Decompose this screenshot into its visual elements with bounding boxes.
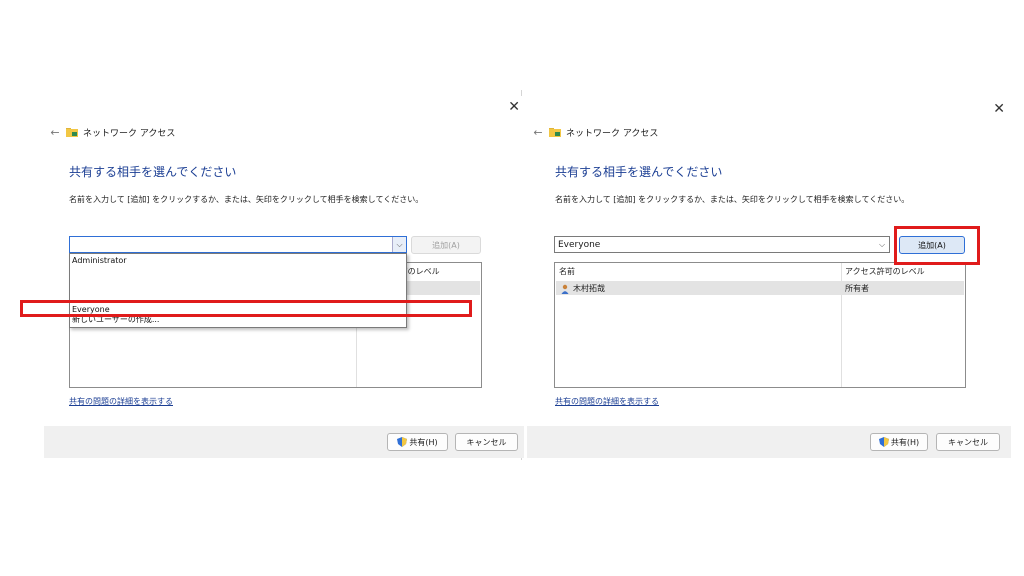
chevron-down-icon[interactable]: ⌵ — [392, 237, 406, 252]
permissions-table: 名前 アクセス許可のレベル 木村拓哉 所有者 — [554, 262, 966, 388]
close-icon[interactable]: ✕ — [993, 102, 1005, 116]
highlight-box-everyone — [20, 300, 472, 317]
user-name-combobox[interactable]: Everyone ⌵ — [554, 236, 890, 253]
close-icon[interactable]: ✕ — [508, 100, 520, 114]
folder-network-icon — [66, 128, 78, 137]
column-header-access: アクセス許可のレベル — [845, 267, 925, 276]
highlight-box-add-button — [894, 226, 980, 265]
add-button[interactable]: 追加(A) — [411, 236, 481, 254]
back-arrow-icon[interactable]: ← — [44, 126, 66, 139]
table-cell-access: 所有者 — [845, 284, 869, 293]
folder-network-icon — [549, 128, 561, 137]
page-heading: 共有する相手を選んでください — [69, 165, 237, 179]
share-button[interactable]: 共有(H) — [870, 433, 928, 451]
share-button[interactable]: 共有(H) — [387, 433, 448, 451]
page-heading: 共有する相手を選んでください — [555, 165, 723, 179]
instruction-text: 名前を入力して [追加] をクリックするか、または、矢印をクリックして相手を検索… — [555, 195, 910, 204]
combobox-value: Everyone — [558, 239, 601, 250]
nav-row: ← ネットワーク アクセス — [44, 124, 175, 140]
back-arrow-icon[interactable]: ← — [527, 126, 549, 139]
user-name-combobox[interactable]: ⌵ — [69, 236, 407, 253]
nav-row: ← ネットワーク アクセス — [527, 124, 658, 140]
table-cell-name: 木村拓哉 — [561, 283, 605, 294]
network-access-dialog-left: ✕ ← ネットワーク アクセス 共有する相手を選んでください 名前を入力して [… — [44, 96, 524, 458]
user-icon — [561, 284, 569, 294]
nav-title: ネットワーク アクセス — [566, 128, 659, 139]
uac-shield-icon — [397, 437, 408, 447]
instruction-text: 名前を入力して [追加] をクリックするか、または、矢印をクリックして相手を検索… — [69, 195, 424, 204]
dialog-footer: 共有(H) キャンセル — [527, 426, 1011, 458]
share-button-label: 共有(H) — [409, 437, 438, 447]
dropdown-item-administrator[interactable]: Administrator — [72, 256, 127, 266]
dialog-footer: 共有(H) キャンセル — [44, 426, 524, 458]
cancel-button[interactable]: キャンセル — [936, 433, 1000, 451]
share-button-label: 共有(H) — [890, 437, 920, 447]
network-access-dialog-right: ✕ ← ネットワーク アクセス 共有する相手を選んでください 名前を入力して [… — [527, 96, 1011, 458]
nav-title: ネットワーク アクセス — [83, 128, 176, 139]
sharing-problems-link[interactable]: 共有の問題の詳細を表示する — [69, 396, 173, 407]
table-row[interactable] — [556, 281, 964, 295]
chevron-down-icon[interactable]: ⌵ — [875, 237, 889, 252]
column-header-name: 名前 — [559, 267, 575, 276]
uac-shield-icon — [878, 437, 889, 447]
cancel-button[interactable]: キャンセル — [455, 433, 518, 451]
sharing-problems-link[interactable]: 共有の問題の詳細を表示する — [555, 396, 659, 407]
